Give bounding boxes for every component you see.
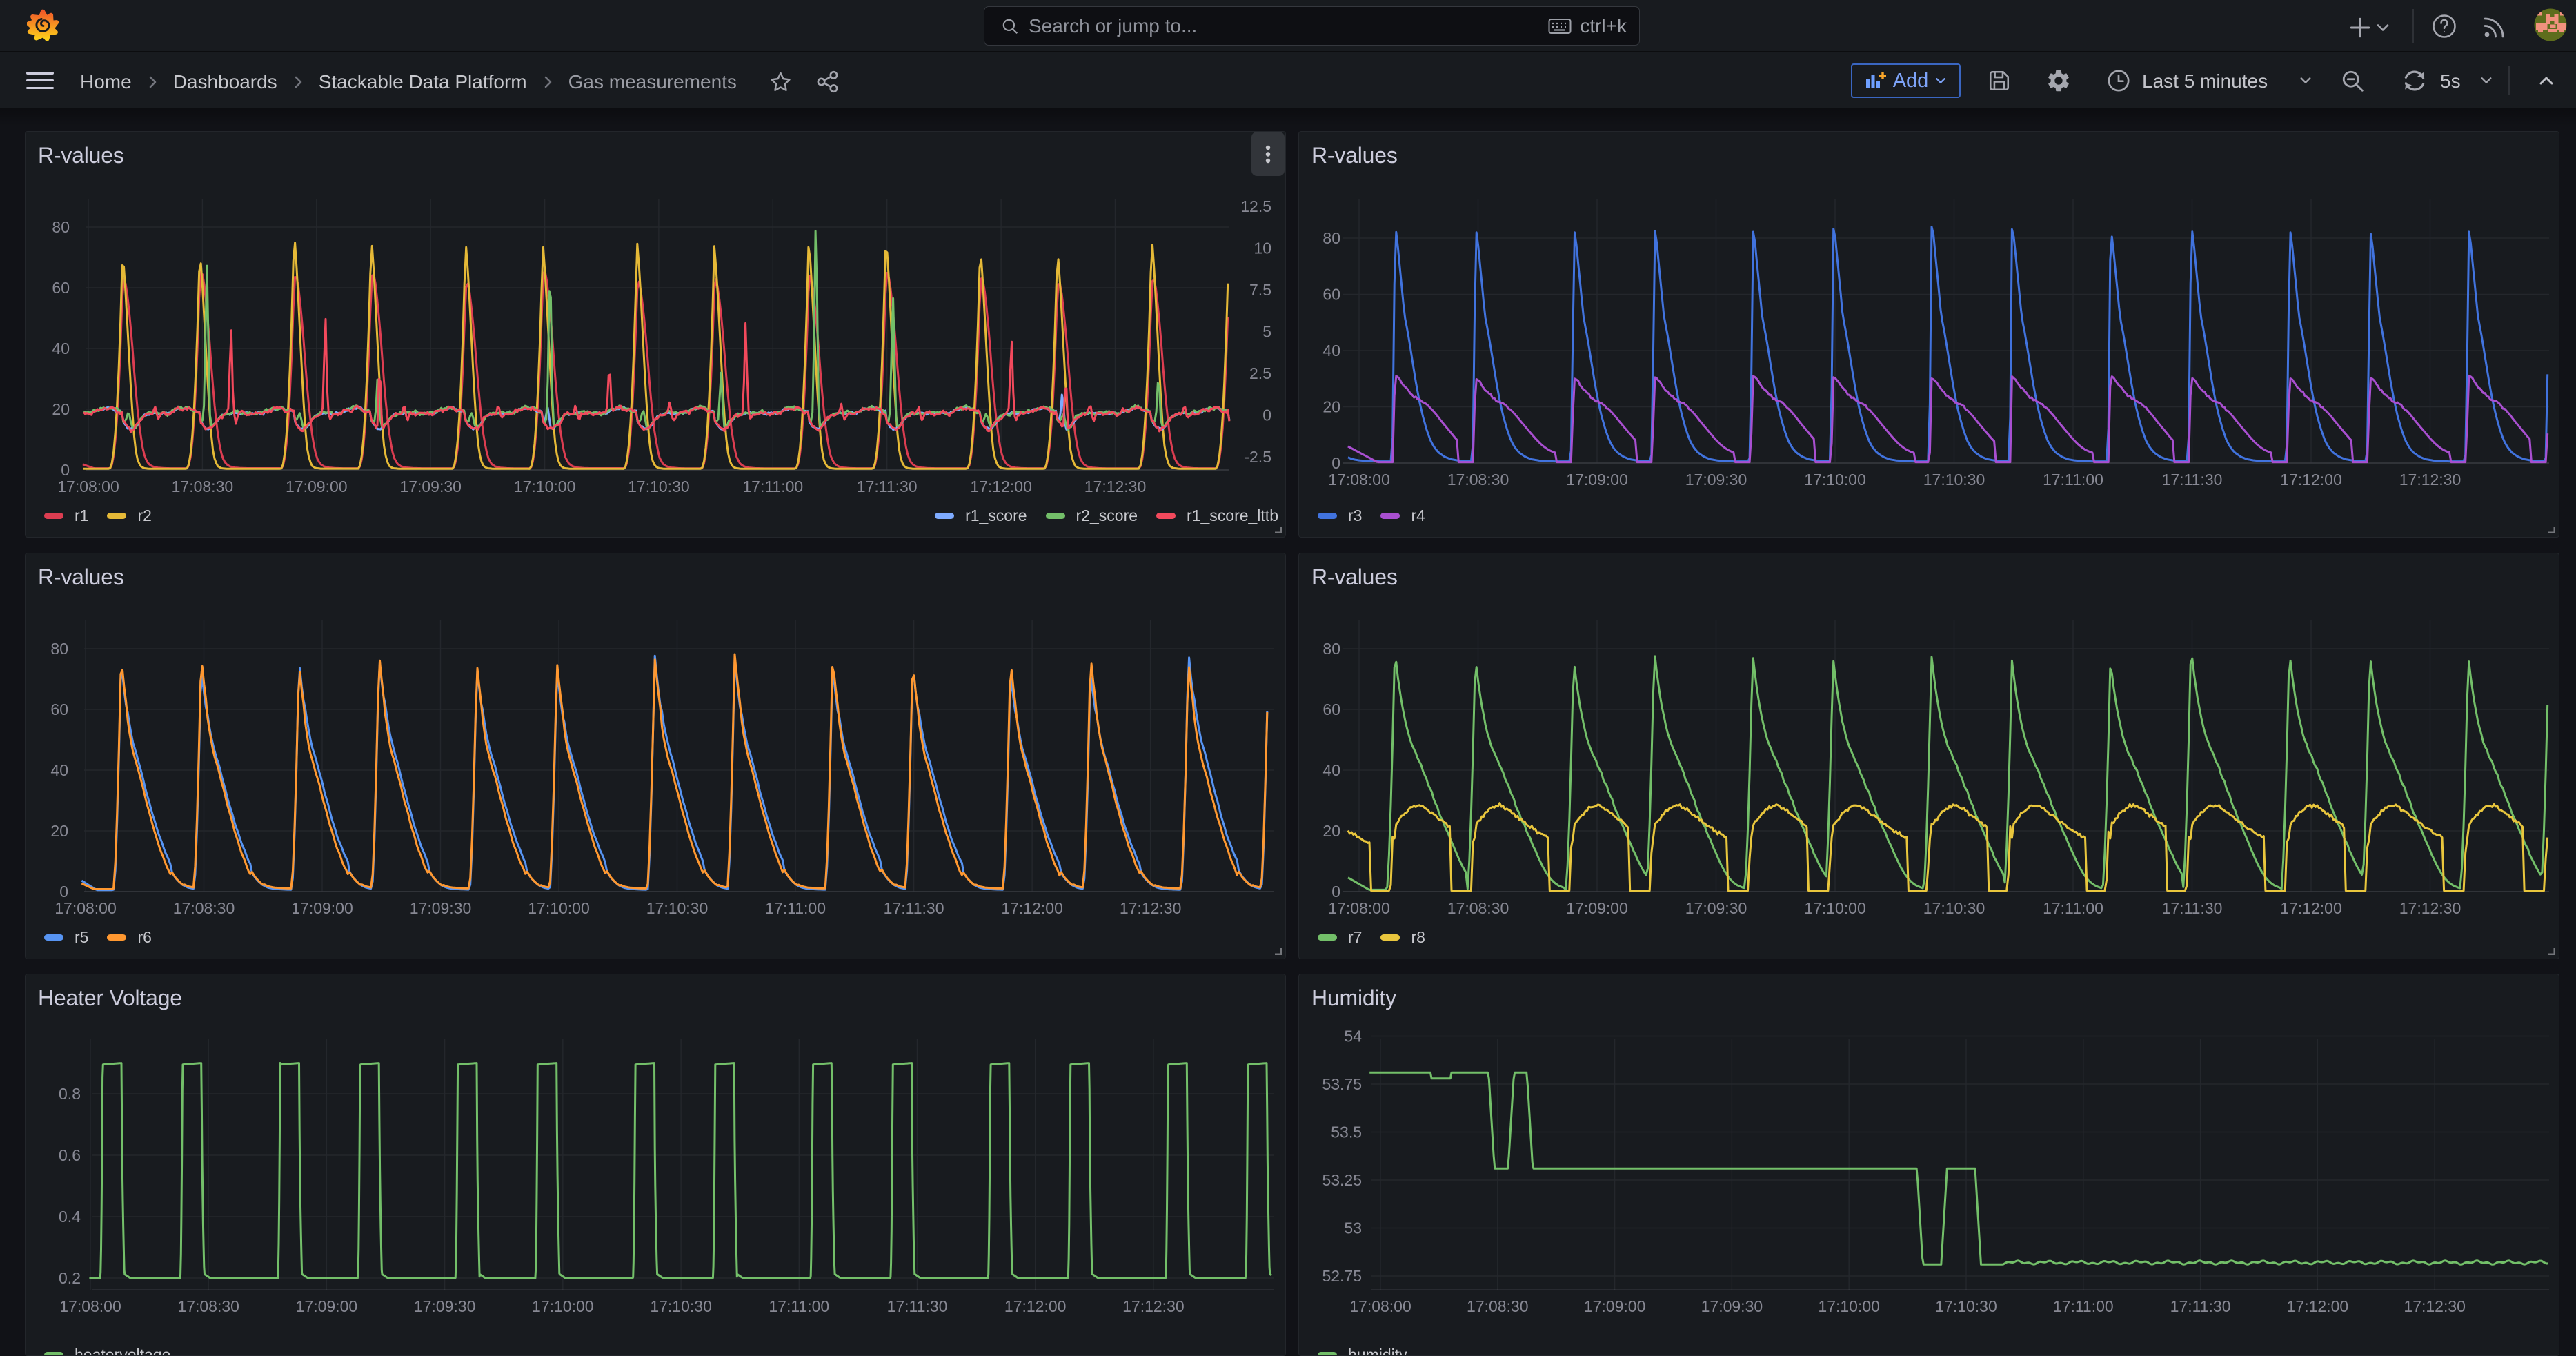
svg-text:17:09:30: 17:09:30 <box>414 1297 476 1315</box>
svg-text:17:10:00: 17:10:00 <box>1804 899 1866 917</box>
svg-text:17:09:00: 17:09:00 <box>291 899 353 917</box>
svg-text:0.8: 0.8 <box>59 1085 81 1103</box>
svg-text:40: 40 <box>1322 342 1340 360</box>
svg-text:17:08:00: 17:08:00 <box>57 478 119 495</box>
svg-text:17:09:00: 17:09:00 <box>1566 471 1628 489</box>
svg-text:7.5: 7.5 <box>1249 281 1271 299</box>
svg-text:17:12:00: 17:12:00 <box>1001 899 1063 917</box>
svg-text:40: 40 <box>52 340 70 357</box>
svg-text:0: 0 <box>59 883 68 901</box>
svg-text:17:10:00: 17:10:00 <box>1804 471 1866 489</box>
svg-text:17:12:00: 17:12:00 <box>970 478 1032 495</box>
svg-text:60: 60 <box>50 700 68 718</box>
svg-text:17:09:00: 17:09:00 <box>296 1297 358 1315</box>
svg-text:0: 0 <box>1331 454 1340 472</box>
svg-text:20: 20 <box>50 822 68 840</box>
svg-text:17:10:00: 17:10:00 <box>1818 1297 1880 1315</box>
svg-text:17:10:00: 17:10:00 <box>514 478 576 495</box>
svg-text:54: 54 <box>1344 1028 1362 1045</box>
svg-text:20: 20 <box>1322 822 1340 840</box>
svg-text:17:12:30: 17:12:30 <box>2399 471 2461 489</box>
svg-text:17:08:30: 17:08:30 <box>1447 899 1509 917</box>
svg-text:17:08:00: 17:08:00 <box>1328 471 1390 489</box>
svg-text:60: 60 <box>52 279 70 297</box>
svg-text:17:10:30: 17:10:30 <box>1935 1297 1997 1315</box>
svg-text:17:09:30: 17:09:30 <box>1685 899 1747 917</box>
svg-text:60: 60 <box>1322 286 1340 304</box>
svg-text:17:12:00: 17:12:00 <box>2280 471 2342 489</box>
svg-text:53: 53 <box>1344 1219 1362 1237</box>
svg-text:17:11:30: 17:11:30 <box>2162 899 2223 917</box>
svg-text:53.75: 53.75 <box>1322 1075 1362 1093</box>
svg-text:17:12:30: 17:12:30 <box>2404 1297 2466 1315</box>
svg-text:12.5: 12.5 <box>1240 197 1271 215</box>
svg-text:80: 80 <box>1322 229 1340 247</box>
svg-text:40: 40 <box>1322 761 1340 779</box>
svg-text:17:11:30: 17:11:30 <box>2170 1297 2231 1315</box>
svg-text:52.75: 52.75 <box>1322 1267 1362 1285</box>
svg-text:17:11:00: 17:11:00 <box>769 1297 829 1315</box>
svg-text:17:10:30: 17:10:30 <box>628 478 690 495</box>
svg-text:17:12:30: 17:12:30 <box>2399 899 2461 917</box>
svg-text:17:10:30: 17:10:30 <box>650 1297 712 1315</box>
svg-text:17:08:00: 17:08:00 <box>59 1297 121 1315</box>
svg-text:17:11:30: 17:11:30 <box>2162 471 2223 489</box>
svg-text:17:08:00: 17:08:00 <box>55 899 117 917</box>
svg-text:17:09:00: 17:09:00 <box>1584 1297 1646 1315</box>
svg-text:17:11:00: 17:11:00 <box>2043 471 2103 489</box>
svg-text:17:10:30: 17:10:30 <box>1923 471 1985 489</box>
svg-text:40: 40 <box>50 761 68 779</box>
svg-text:17:09:00: 17:09:00 <box>1566 899 1628 917</box>
svg-text:53.25: 53.25 <box>1322 1171 1362 1189</box>
svg-text:17:09:30: 17:09:30 <box>1685 471 1747 489</box>
svg-text:17:12:30: 17:12:30 <box>1120 899 1182 917</box>
svg-text:53.5: 53.5 <box>1331 1123 1362 1141</box>
svg-text:2.5: 2.5 <box>1249 364 1271 382</box>
svg-text:17:08:30: 17:08:30 <box>1467 1297 1529 1315</box>
svg-text:20: 20 <box>1322 398 1340 416</box>
svg-text:0.4: 0.4 <box>59 1208 81 1226</box>
svg-text:17:11:00: 17:11:00 <box>765 899 826 917</box>
svg-text:17:12:00: 17:12:00 <box>1004 1297 1067 1315</box>
svg-text:17:11:30: 17:11:30 <box>884 899 944 917</box>
svg-text:17:11:30: 17:11:30 <box>857 478 918 495</box>
svg-text:17:11:00: 17:11:00 <box>742 478 803 495</box>
svg-text:17:09:30: 17:09:30 <box>1701 1297 1763 1315</box>
svg-text:17:08:30: 17:08:30 <box>1447 471 1509 489</box>
svg-text:17:11:00: 17:11:00 <box>2053 1297 2114 1315</box>
svg-text:0: 0 <box>61 461 70 479</box>
svg-text:17:09:30: 17:09:30 <box>399 478 462 495</box>
svg-text:17:12:00: 17:12:00 <box>2287 1297 2349 1315</box>
svg-text:17:12:00: 17:12:00 <box>2280 899 2342 917</box>
svg-text:0.2: 0.2 <box>59 1269 81 1287</box>
svg-text:10: 10 <box>1254 239 1271 257</box>
svg-text:20: 20 <box>52 400 70 418</box>
svg-text:17:08:00: 17:08:00 <box>1328 899 1390 917</box>
svg-text:0: 0 <box>1331 883 1340 901</box>
svg-text:80: 80 <box>1322 640 1340 658</box>
svg-text:17:08:00: 17:08:00 <box>1349 1297 1411 1315</box>
svg-text:17:11:00: 17:11:00 <box>2043 899 2103 917</box>
svg-text:17:10:30: 17:10:30 <box>646 899 709 917</box>
svg-text:17:08:30: 17:08:30 <box>172 478 234 495</box>
svg-text:0: 0 <box>1262 406 1271 424</box>
svg-text:-2.5: -2.5 <box>1244 448 1271 466</box>
svg-text:17:08:30: 17:08:30 <box>173 899 235 917</box>
svg-text:17:08:30: 17:08:30 <box>177 1297 239 1315</box>
svg-text:17:09:00: 17:09:00 <box>286 478 348 495</box>
svg-text:60: 60 <box>1322 700 1340 718</box>
svg-text:17:12:30: 17:12:30 <box>1084 478 1147 495</box>
svg-text:5: 5 <box>1262 323 1271 341</box>
svg-text:0.6: 0.6 <box>59 1146 81 1164</box>
svg-text:17:10:00: 17:10:00 <box>528 899 590 917</box>
svg-text:17:12:30: 17:12:30 <box>1122 1297 1185 1315</box>
svg-text:17:10:30: 17:10:30 <box>1923 899 1985 917</box>
svg-text:17:11:30: 17:11:30 <box>887 1297 948 1315</box>
svg-text:80: 80 <box>50 640 68 658</box>
svg-text:80: 80 <box>52 218 70 236</box>
svg-text:17:09:30: 17:09:30 <box>410 899 472 917</box>
svg-text:17:10:00: 17:10:00 <box>532 1297 594 1315</box>
